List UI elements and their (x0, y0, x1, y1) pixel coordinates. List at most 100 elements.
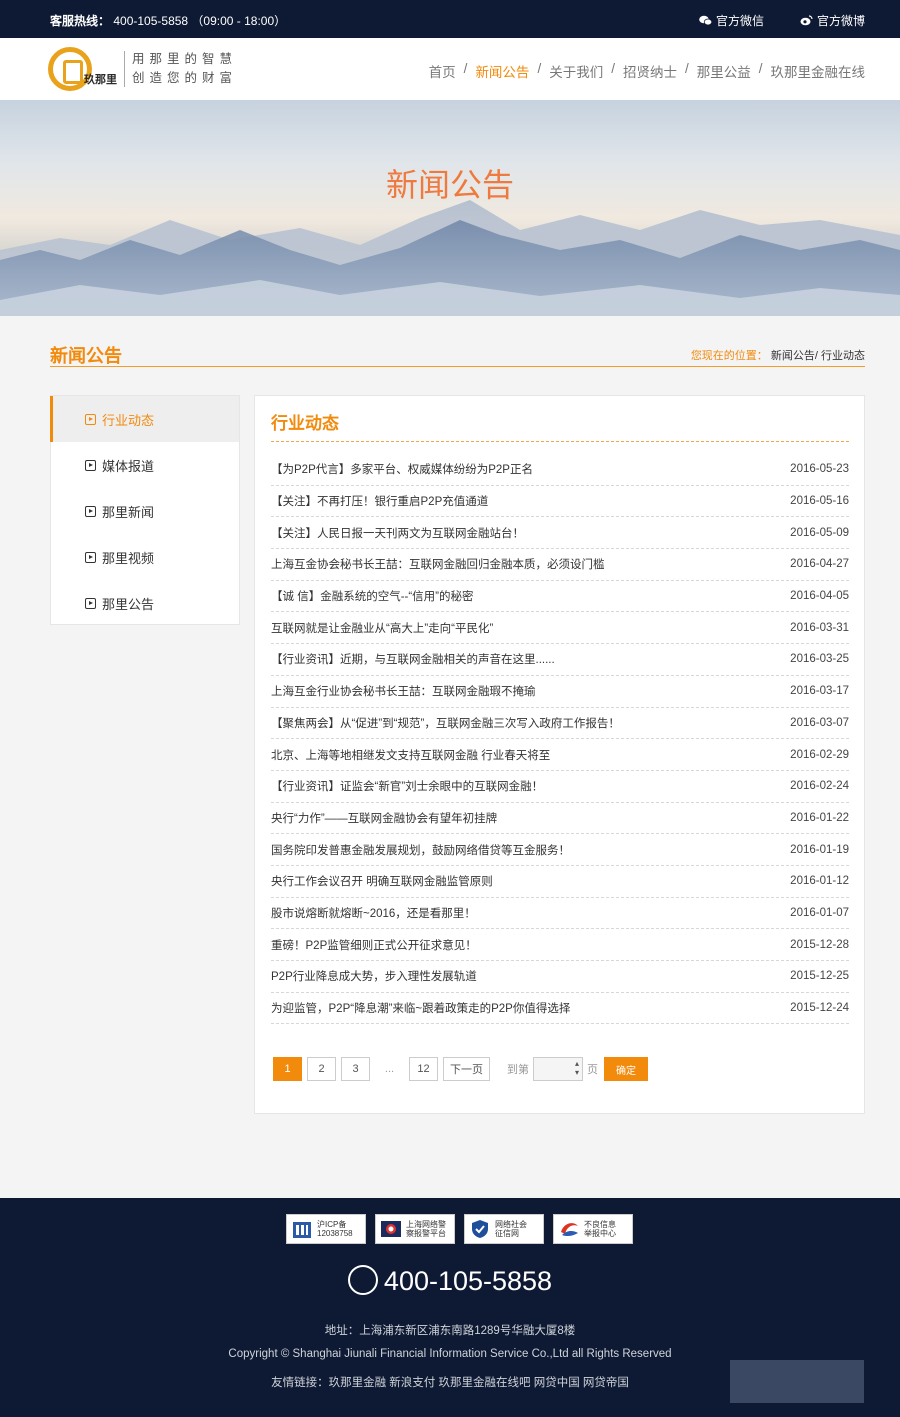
news-title[interactable]: 国务院印发普惠金融发展规划，鼓励网络借贷等互金服务！ (271, 842, 570, 858)
sidebar-item-video[interactable]: 那里视频 (51, 534, 239, 580)
news-date: 2016-04-27 (790, 558, 849, 571)
logo-name: 玖那里 (84, 73, 117, 86)
sidebar-item-industry[interactable]: 行业动态 (50, 396, 239, 442)
building-icon (293, 1222, 311, 1238)
news-row[interactable]: P2P行业降息成大势，步入理性发展轨道 2015-12-25 (271, 961, 849, 993)
news-title[interactable]: 【行业资讯】证监会“新官”刘士余眼中的互联网金融！ (271, 778, 543, 794)
news-date: 2016-01-07 (790, 906, 849, 919)
sidebar-item-label: 那里公告 (102, 596, 155, 612)
hotline: 客服热线： 400-105-5858 （09:00 - 18:00） (50, 12, 286, 29)
news-date: 2015-12-25 (790, 970, 849, 983)
news-row[interactable]: 股市说熔断就熔断~2016，还是看那里！ 2016-01-07 (271, 898, 849, 930)
sidebar-item-media[interactable]: 媒体报道 (51, 442, 239, 488)
badge-report[interactable]: 不良信息 举报中心 (553, 1214, 633, 1244)
news-row[interactable]: 上海互金行业协会秘书长王喆：互联网金融瑕不掩瑜 2016-03-17 (271, 676, 849, 708)
news-title[interactable]: 重磅！P2P监管细则正式公开征求意见！ (271, 937, 477, 953)
weibo-label: 官方微博 (816, 14, 865, 28)
nav-about[interactable]: 关于我们 (549, 61, 603, 81)
logo[interactable]: 玖那里 用那里的智慧 创造您的财富 (48, 47, 238, 91)
news-title[interactable]: 【为P2P代言】多家平台、权威媒体纷纷为P2P正名 (271, 461, 533, 477)
news-row[interactable]: 为迎监管，P2P“降息潮”来临~跟着政策走的P2P你值得选择 2015-12-24 (271, 993, 849, 1025)
slogan-line-2: 创造您的财富 (132, 70, 238, 85)
news-date: 2016-01-19 (790, 843, 849, 856)
badge-icp[interactable]: 沪ICP备 12038758 (286, 1214, 366, 1244)
sidebar-item-news[interactable]: 那里新闻 (51, 488, 239, 534)
nav-news[interactable]: 新闻公告 (475, 61, 529, 81)
page-button-1[interactable]: 1 (273, 1057, 302, 1081)
news-title[interactable]: 为迎监管，P2P“降息潮”来临~跟着政策走的P2P你值得选择 (271, 1000, 570, 1016)
news-panel: 行业动态 【为P2P代言】多家平台、权威媒体纷纷为P2P正名 2016-05-23… (254, 395, 865, 1114)
news-title[interactable]: 北京、上海等地相继发文支持互联网金融 行业春天将至 (271, 747, 550, 763)
next-page-button[interactable]: 下一页 (443, 1057, 490, 1081)
badge-police[interactable]: 上海网络警 察报警平台 (375, 1214, 455, 1244)
play-square-icon (85, 459, 96, 471)
news-row[interactable]: 重磅！P2P监管细则正式公开征求意见！ 2015-12-28 (271, 929, 849, 961)
news-date: 2016-04-05 (790, 590, 849, 603)
sidebar-item-label: 那里新闻 (102, 504, 155, 520)
main-nav: 首页 / 新闻公告 / 关于我们 / 招贤纳士 / 那里公益 / 玖那里金融在线 (429, 61, 865, 81)
news-date: 2015-12-28 (790, 938, 849, 951)
sidebar-item-label: 媒体报道 (102, 458, 155, 474)
nav-separator: / (684, 61, 689, 76)
news-title[interactable]: 股市说熔断就熔断~2016，还是看那里！ (271, 905, 476, 921)
news-title[interactable]: 上海互金行业协会秘书长王喆：互联网金融瑕不掩瑜 (271, 683, 536, 699)
nav-charity[interactable]: 那里公益 (697, 61, 751, 81)
news-row[interactable]: 北京、上海等地相继发文支持互联网金融 行业春天将至 2016-02-29 (271, 739, 849, 771)
logo-divider (124, 51, 125, 87)
news-row[interactable]: 【行业资讯】近期，与互联网金融相关的声音在这里...... 2016-03-25 (271, 644, 849, 676)
news-title[interactable]: 【关注】不再打压！银行重启P2P充值通道 (271, 493, 488, 509)
news-row[interactable]: 【行业资讯】证监会“新官”刘士余眼中的互联网金融！ 2016-02-24 (271, 771, 849, 803)
breadcrumb-label: 您现在的位置： (690, 350, 768, 362)
news-title[interactable]: P2P行业降息成大势，步入理性发展轨道 (271, 968, 477, 984)
news-title[interactable]: 【聚焦两会】从“促进”到“规范”，互联网金融三次写入政府工作报告！ (271, 715, 620, 731)
play-square-icon (85, 505, 96, 517)
news-row[interactable]: 央行工作会议召开 明确互联网金融监管原则 2016-01-12 (271, 866, 849, 898)
breadcrumb-path[interactable]: 新闻公告/ 行业动态 (771, 350, 865, 362)
news-row[interactable]: 央行“力作”——互联网金融协会有望年初挂牌 2016-01-22 (271, 803, 849, 835)
goto-confirm-button[interactable]: 确定 (604, 1057, 648, 1081)
news-date: 2016-05-23 (790, 463, 849, 476)
play-square-icon (85, 597, 96, 609)
weibo-icon (800, 15, 813, 26)
page-button-2[interactable]: 2 (307, 1057, 336, 1081)
nav-careers[interactable]: 招贤纳士 (623, 61, 677, 81)
weibo-link[interactable]: 官方微博 (800, 12, 865, 29)
sidebar-item-label: 行业动态 (102, 412, 155, 428)
news-row[interactable]: 【关注】人民日报一天刊两文为互联网金融站台！ 2016-05-09 (271, 517, 849, 550)
top-bar: 客服热线： 400-105-5858 （09:00 - 18:00） 官方微信 … (0, 0, 900, 38)
news-title[interactable]: 【行业资讯】近期，与互联网金融相关的声音在这里...... (271, 651, 555, 667)
news-row[interactable]: 【关注】不再打压！银行重启P2P充值通道 2016-05-16 (271, 486, 849, 518)
news-title[interactable]: 【诚 信】金融系统的空气--“信用”的秘密 (271, 588, 474, 604)
news-row[interactable]: 互联网就是让金融业从“高大上”走向“平民化” 2016-03-31 (271, 612, 849, 645)
footer-phone-number: 400-105-5858 (383, 1266, 553, 1296)
nav-online[interactable]: 玖那里金融在线 (771, 61, 866, 81)
news-row[interactable]: 【为P2P代言】多家平台、权威媒体纷纷为P2P正名 2016-05-23 (271, 454, 849, 486)
page-number-input[interactable] (533, 1057, 583, 1081)
badge-credit[interactable]: 网络社会 征信网 (464, 1214, 544, 1244)
nav-home[interactable]: 首页 (429, 61, 456, 81)
sidebar: 行业动态 媒体报道 那里新闻 那里视频 那里公告 (50, 395, 240, 625)
news-title[interactable]: 【关注】人民日报一天刊两文为互联网金融站台！ (271, 525, 524, 541)
news-date: 2016-01-22 (790, 811, 849, 824)
news-title[interactable]: 央行“力作”——互联网金融协会有望年初挂牌 (271, 810, 497, 826)
page-button-last[interactable]: 12 (409, 1057, 438, 1081)
news-row[interactable]: 【诚 信】金融系统的空气--“信用”的秘密 2016-04-05 (271, 581, 849, 613)
shield-icon (472, 1220, 488, 1238)
news-row[interactable]: 【聚焦两会】从“促进”到“规范”，互联网金融三次写入政府工作报告！ 2016-03… (271, 708, 849, 740)
news-date: 2016-05-09 (790, 526, 849, 539)
sidebar-item-notice[interactable]: 那里公告 (51, 580, 239, 626)
panel-divider (271, 441, 849, 442)
slogan-line-1: 用那里的智慧 (132, 51, 238, 66)
news-row[interactable]: 国务院印发普惠金融发展规划，鼓励网络借贷等互金服务！ 2016-01-19 (271, 834, 849, 866)
news-row[interactable]: 上海互金协会秘书长王喆：互联网金融回归金融本质，必须设门槛 2016-04-27 (271, 549, 849, 581)
news-title[interactable]: 央行工作会议召开 明确互联网金融监管原则 (271, 873, 493, 889)
nav-separator: / (537, 61, 542, 76)
badge-line-2: 察报警平台 (406, 1229, 446, 1238)
page-button-3[interactable]: 3 (341, 1057, 370, 1081)
news-date: 2016-01-12 (790, 875, 849, 888)
news-title[interactable]: 互联网就是让金融业从“高大上”走向“平民化” (271, 620, 493, 636)
wechat-link[interactable]: 官方微信 (699, 12, 764, 29)
section-title: 新闻公告 (50, 346, 122, 366)
section-header: 新闻公告 您现在的位置： 新闻公告/ 行业动态 (50, 342, 865, 367)
news-title[interactable]: 上海互金协会秘书长王喆：互联网金融回归金融本质，必须设门槛 (271, 556, 605, 572)
